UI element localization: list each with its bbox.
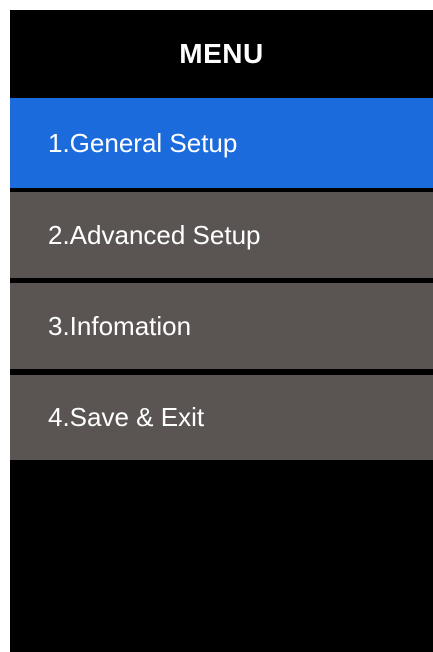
menu-item-general-setup[interactable]: 1.General Setup [10,98,433,188]
menu-item-information[interactable]: 3.Infomation [10,283,433,369]
menu-item-label: 3.Infomation [48,310,192,341]
menu-screen: MENU 1.General Setup 2.Advanced Setup 3.… [10,10,433,652]
menu-item-advanced-setup[interactable]: 2.Advanced Setup [10,192,433,278]
menu-item-save-exit[interactable]: 4.Save & Exit [10,375,433,460]
menu-title: MENU [179,38,264,69]
menu-item-label: 1.General Setup [48,127,238,158]
menu-item-label: 4.Save & Exit [48,402,205,432]
menu-item-label: 2.Advanced Setup [48,219,261,250]
